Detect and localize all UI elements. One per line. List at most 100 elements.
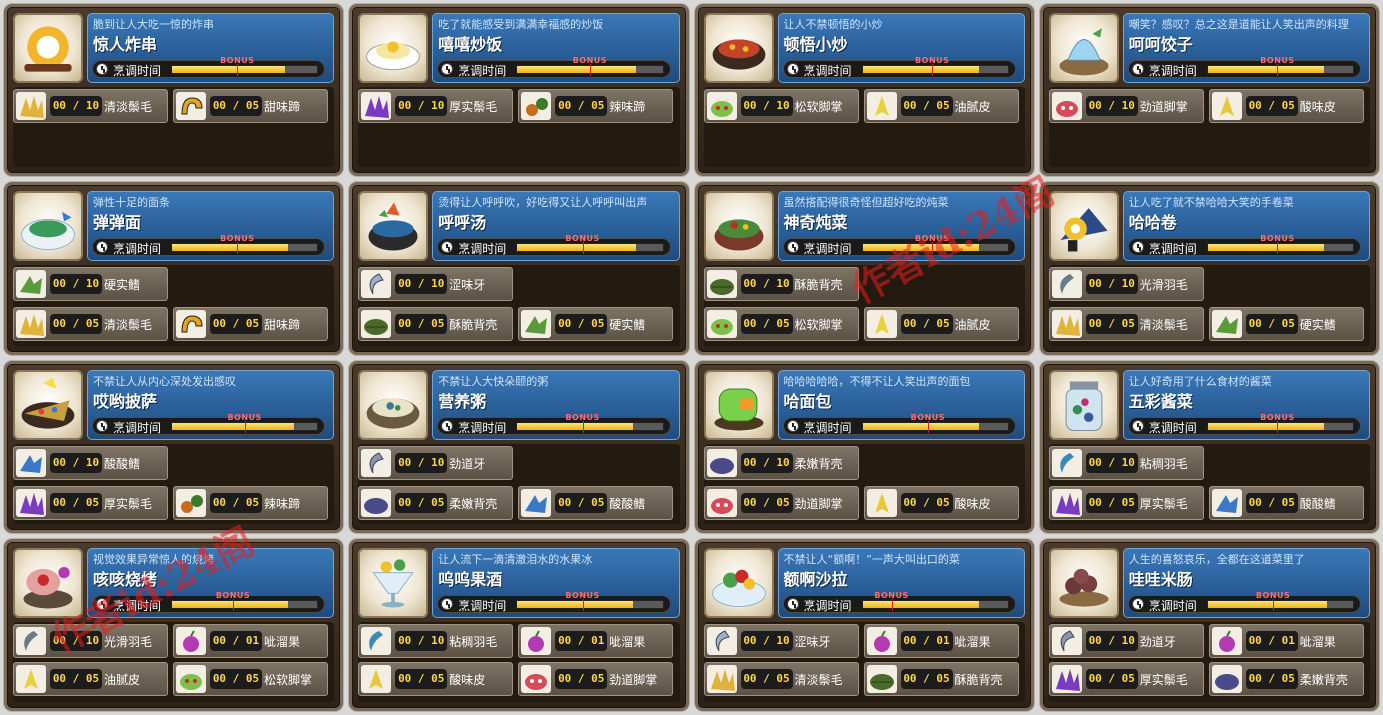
ingredient-slot[interactable]: 00 / 05 酥脆背壳 [358,307,514,342]
recipe-description: 虽然搭配得很奇怪但超好吃的炖菜 [783,196,949,210]
ingredient-slot[interactable]: 00 / 01 呲溜果 [1208,623,1364,658]
ingredient-slot[interactable]: 00 / 10 粘稠羽毛 [358,623,514,658]
cook-progress-fill [517,66,637,73]
ingredient-slot[interactable]: 00 / 05 酸味皮 [358,661,514,696]
ingredient-slot[interactable]: 00 / 10 柔嫩背壳 [703,445,859,480]
ingredient-slot[interactable]: 00 / 10 酸酸鳍 [13,445,168,480]
hard-fin-icon [16,270,46,299]
ingredient-slot[interactable]: 00 / 05 甜味蹄 [173,89,328,123]
ingredient-slot[interactable]: 00 / 05 油腻皮 [13,661,168,696]
ingredient-count: 00 / 05 [900,314,953,335]
ingredient-slot[interactable]: 00 / 05 酸酸鳍 [1208,485,1364,520]
pizza-icon [13,369,83,440]
ingredient-slot[interactable]: 00 / 05 辣味蹄 [173,485,328,520]
cook-time-row: 烹调时间 BONUS [437,56,671,78]
ingredient-slot[interactable]: 00 / 05 清淡鬃毛 [703,661,859,696]
ingredient-slot[interactable]: 00 / 10 光滑羽毛 [1048,267,1204,302]
smooth-feather-icon [1051,270,1082,299]
recipe-card[interactable]: 不禁让人从内心深处发出感叹 哎哟披萨 烹调时间 BONUS 00 / 10 酸酸鳍 00 /… [4,360,344,533]
astringent-tooth-icon [361,270,392,299]
ingredient-slot[interactable]: 00 / 10 粘稠羽毛 [1048,445,1204,480]
ingredient-name: 松软脚掌 [264,672,313,687]
ingredient-name: 甜味蹄 [264,100,301,114]
clock-icon [1131,597,1144,610]
ingredient-slot[interactable]: 00 / 10 劲道脚掌 [1048,89,1204,123]
ingredient-slot[interactable]: 00 / 05 酸味皮 [1208,89,1364,123]
ingredient-slot[interactable]: 00 / 05 清淡鬃毛 [1048,307,1204,342]
ingredient-name: 呲溜果 [1299,634,1336,649]
recipe-description: 人生的喜怒哀乐，全都在这道菜里了 [1128,552,1305,566]
cook-progress-bar: BONUS [1206,56,1354,76]
ingredient-slot[interactable]: 00 / 05 酸味皮 [863,485,1019,520]
recipe-card[interactable]: 嘲笑？感叹？总之这是道能让人笑出声的料理 呵呵饺子 烹调时间 BONUS 00 / 10… [1039,4,1379,177]
ingredient-slot[interactable]: 00 / 01 呲溜果 [518,623,674,658]
ingredient-slot[interactable]: 00 / 10 劲道牙 [358,445,514,480]
sour-skin-icon [866,488,897,517]
ingredient-name: 劲道牙 [1139,634,1176,649]
ingredient-slot[interactable]: 00 / 10 酥脆背壳 [703,267,859,302]
ingredient-slot[interactable]: 00 / 10 涩味牙 [703,623,859,658]
ingredient-slot[interactable]: 00 / 05 柔嫩背壳 [358,485,514,520]
recipe-card[interactable]: 让人吃了就不禁哈哈大笑的手卷菜 哈哈卷 烹调时间 BONUS 00 / 10 光滑羽毛 00… [1039,182,1379,355]
ingredient-slot[interactable]: 00 / 10 硬实鳍 [13,267,168,302]
ingredient-slot[interactable]: 00 / 05 油腻皮 [863,307,1019,342]
cook-time-row: 烹调时间 BONUS [782,591,1016,613]
cook-progress-fill [862,600,979,608]
recipe-card[interactable]: 弹性十足的面条 弹弹面 烹调时间 BONUS 00 / 10 硬实鳍 00 / 05 清淡鬃毛… [4,182,344,355]
ingredient-slot[interactable]: 00 / 10 涩味牙 [358,267,514,302]
ingredient-slot[interactable]: 00 / 10 清淡鬃毛 [13,89,168,123]
ingredient-slot[interactable]: 00 / 10 厚实鬃毛 [358,89,514,123]
ingredient-slot[interactable]: 00 / 05 辣味蹄 [518,89,674,123]
ingredient-slot[interactable]: 00 / 01 呲溜果 [863,623,1019,658]
ingredient-slot[interactable]: 00 / 05 松软脚掌 [703,307,859,342]
recipe-card[interactable]: 脆到让人大吃一惊的炸串 惊人炸串 烹调时间 BONUS 00 / 10 清淡鬃毛 00 / … [4,4,344,177]
bonus-label: BONUS [565,234,600,244]
cook-progress-bar: BONUS [861,413,1009,433]
ingredient-slot[interactable]: 00 / 05 酸酸鳍 [518,485,674,520]
recipe-card[interactable]: 让人不禁顿悟的小炒 顿悟小炒 烹调时间 BONUS 00 / 10 松软脚掌 00 / 05… [694,4,1034,177]
ingredient-slot[interactable]: 00 / 05 油腻皮 [863,89,1019,123]
ingredient-count: 00 / 05 [50,492,102,513]
bonus-marker [891,598,893,611]
recipe-description: 不禁让人“额啊！”一声大叫出口的菜 [783,552,960,566]
recipe-card[interactable]: 吃了就能感受到满满幸福感的炒饭 嘻嘻炒饭 烹调时间 BONUS 00 / 10 厚实鬃毛 0… [349,4,689,177]
ingredient-name: 酸酸鳍 [104,456,141,471]
ingredient-slot[interactable]: 00 / 10 光滑羽毛 [13,623,168,658]
recipe-card[interactable]: 烫得让人呼呼吹，好吃得又让人呼呼叫出声 呼呼汤 烹调时间 BONUS 00 / 10 涩味… [349,182,689,355]
ingredient-slot[interactable]: 00 / 05 柔嫩背壳 [1208,661,1364,696]
ingredient-slot[interactable]: 00 / 10 劲道牙 [1048,623,1204,658]
recipe-card[interactable]: 不禁让人“额啊！”一声大叫出口的菜 额啊沙拉 烹调时间 BONUS 00 / 10 涩味牙… [694,538,1034,711]
recipe-card[interactable]: 不禁让人大快朵颐的粥 营养粥 烹调时间 BONUS 00 / 10 劲道牙 00 / 05 柔… [349,360,689,533]
clock-icon [786,419,799,432]
recipe-name: 呵呵饺子 [1128,35,1193,54]
recipe-card[interactable]: 人生的喜怒哀乐，全都在这道菜里了 哇哇米肠 烹调时间 BONUS 00 / 10 劲道牙 0… [1039,538,1379,711]
ingredient-name: 酥脆背壳 [449,318,498,333]
ingredient-slot[interactable]: 00 / 05 酥脆背壳 [863,661,1019,696]
ingredient-slot[interactable]: 00 / 01 呲溜果 [173,623,328,658]
ingredient-slot[interactable]: 00 / 05 劲道脚掌 [518,661,674,696]
recipe-card[interactable]: 让人好奇用了什么食材的酱菜 五彩酱菜 烹调时间 BONUS 00 / 10 粘稠羽毛 00 … [1039,360,1379,533]
recipe-card[interactable]: 让人流下一滴清澈泪水的水果冰 呜呜果酒 烹调时间 BONUS 00 / 10 粘稠羽毛 00… [349,538,689,711]
cook-progress-bar: BONUS [516,413,664,433]
mane-icon [706,664,737,693]
ingredient-slot[interactable]: 00 / 05 清淡鬃毛 [13,307,168,342]
ingredient-count: 00 / 05 [740,314,793,335]
recipe-card[interactable]: 哈哈哈哈哈，不得不让人笑出声的面包 哈面包 烹调时间 BONUS 00 / 10 柔嫩背壳… [694,360,1034,533]
recipe-description: 让人不禁顿悟的小炒 [783,18,883,31]
ingredient-slot[interactable]: 00 / 05 松软脚掌 [173,661,328,696]
ingredient-slot[interactable]: 00 / 05 厚实鬃毛 [13,485,168,520]
ingredient-slot[interactable]: 00 / 05 劲道脚掌 [703,485,859,520]
recipe-card[interactable]: 虽然搭配得很奇怪但超好吃的炖菜 神奇炖菜 烹调时间 BONUS 00 / 10 酥脆背壳 0… [694,182,1034,355]
ingredient-slot[interactable]: 00 / 05 硬实鳍 [518,307,674,342]
ingredient-name: 辣味蹄 [609,100,646,114]
cook-progress-bar: BONUS [516,56,664,76]
recipe-card[interactable]: 视觉效果异常惊人的烧烤 咳咳烧烤 烹调时间 BONUS 00 / 10 光滑羽毛 00 / … [4,538,344,711]
recipe-description: 视觉效果异常惊人的烧烤 [93,552,214,566]
ingredient-slot[interactable]: 00 / 05 硬实鳍 [1208,307,1364,342]
chewy-tooth-icon [361,448,392,477]
bonus-marker [582,242,584,255]
ingredient-slot[interactable]: 00 / 05 甜味蹄 [173,307,328,342]
ingredient-slot[interactable]: 00 / 10 松软脚掌 [703,89,859,123]
ingredient-slot[interactable]: 00 / 05 厚实鬃毛 [1048,485,1204,520]
ingredient-slot[interactable]: 00 / 05 厚实鬃毛 [1048,661,1204,696]
